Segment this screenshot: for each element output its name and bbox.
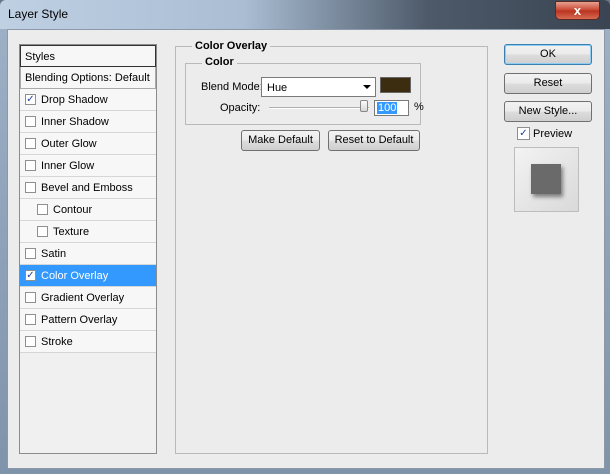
gradient-overlay-checkbox[interactable] (25, 292, 36, 303)
subgroup-title: Color (202, 56, 237, 68)
styles-list: Styles Blending Options: Default ✓ Drop … (19, 44, 157, 454)
contour-checkbox[interactable] (37, 204, 48, 215)
make-default-button[interactable]: Make Default (241, 130, 320, 151)
blend-mode-select[interactable]: Hue (261, 77, 376, 97)
style-item-label: Drop Shadow (41, 94, 108, 106)
style-item-label: Contour (53, 204, 93, 216)
inner-shadow-checkbox[interactable] (25, 116, 36, 127)
blending-options-item[interactable]: Blending Options: Default (20, 67, 156, 89)
title-bar[interactable]: Layer Style x (0, 0, 610, 29)
style-item-label: Satin (41, 248, 67, 260)
opacity-input[interactable]: 100 (374, 100, 409, 116)
drop-shadow-checkbox[interactable]: ✓ (25, 94, 36, 105)
ok-button[interactable]: OK (504, 44, 592, 65)
style-item-label: Outer Glow (41, 138, 97, 150)
style-item-stroke[interactable]: Stroke (20, 331, 156, 353)
bevel-emboss-checkbox[interactable] (25, 182, 36, 193)
layer-style-window: Layer Style x Styles Blending Options: D… (0, 0, 610, 474)
new-style-button[interactable]: New Style... (504, 101, 592, 122)
style-item-color-overlay[interactable]: ✓ Color Overlay (20, 265, 156, 287)
preview-checkbox[interactable]: ✓ (517, 127, 530, 140)
opacity-slider-thumb[interactable] (360, 100, 368, 112)
blend-mode-value: Hue (267, 82, 288, 94)
outer-glow-checkbox[interactable] (25, 138, 36, 149)
reset-button[interactable]: Reset (504, 73, 592, 94)
window-title: Layer Style (8, 7, 69, 21)
opacity-unit: % (414, 101, 424, 113)
style-item-label: Inner Glow (41, 160, 95, 172)
style-item-label: Color Overlay (41, 270, 109, 282)
stroke-checkbox[interactable] (25, 336, 36, 347)
style-item-label: Gradient Overlay (41, 292, 125, 304)
style-item-drop-shadow[interactable]: ✓ Drop Shadow (20, 89, 156, 111)
inner-glow-checkbox[interactable] (25, 160, 36, 171)
opacity-value: 100 (377, 102, 398, 114)
opacity-label: Opacity: (220, 102, 261, 114)
blend-mode-label: Blend Mode: (201, 81, 263, 93)
style-preview (514, 147, 579, 212)
color-overlay-checkbox[interactable]: ✓ (25, 270, 36, 281)
style-item-inner-glow[interactable]: Inner Glow (20, 155, 156, 177)
close-icon: x (573, 3, 582, 18)
style-item-label: Inner Shadow (41, 116, 109, 128)
preview-swatch (531, 164, 561, 194)
close-button[interactable]: x (555, 1, 600, 20)
style-item-pattern-overlay[interactable]: Pattern Overlay (20, 309, 156, 331)
styles-header[interactable]: Styles (20, 45, 156, 67)
pattern-overlay-checkbox[interactable] (25, 314, 36, 325)
chevron-down-icon (363, 85, 371, 89)
texture-checkbox[interactable] (37, 226, 48, 237)
style-item-outer-glow[interactable]: Outer Glow (20, 133, 156, 155)
style-item-bevel-emboss[interactable]: Bevel and Emboss (20, 177, 156, 199)
style-item-contour[interactable]: Contour (20, 199, 156, 221)
style-item-label: Texture (53, 226, 90, 238)
overlay-color-swatch[interactable] (380, 77, 411, 93)
style-item-gradient-overlay[interactable]: Gradient Overlay (20, 287, 156, 309)
group-title: Color Overlay (192, 40, 271, 52)
style-item-label: Pattern Overlay (41, 314, 118, 326)
style-item-label: Stroke (41, 336, 73, 348)
style-item-label: Bevel and Emboss (41, 182, 133, 194)
style-item-satin[interactable]: Satin (20, 243, 156, 265)
preview-label[interactable]: Preview (533, 128, 572, 140)
opacity-slider-track[interactable] (269, 107, 369, 109)
style-item-texture[interactable]: Texture (20, 221, 156, 243)
dialog-body: Styles Blending Options: Default ✓ Drop … (7, 29, 605, 469)
satin-checkbox[interactable] (25, 248, 36, 259)
reset-to-default-button[interactable]: Reset to Default (328, 130, 420, 151)
style-item-inner-shadow[interactable]: Inner Shadow (20, 111, 156, 133)
